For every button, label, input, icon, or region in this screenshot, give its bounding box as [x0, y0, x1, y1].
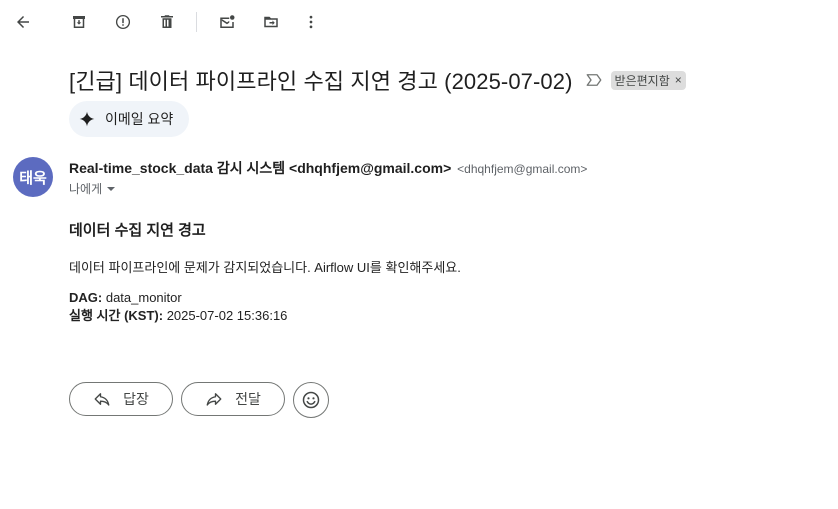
dag-label: DAG: [69, 290, 103, 305]
report-spam-button[interactable] [107, 6, 139, 38]
back-arrow-icon [17, 16, 29, 28]
email-view: [긴급] 데이터 파이프라인 수집 지연 경고 (2025-07-02) 받은편… [0, 0, 838, 509]
sender-avatar[interactable]: 태욱 [13, 157, 53, 197]
delete-icon [161, 15, 173, 28]
move-to-icon [264, 16, 278, 28]
smiley-icon [302, 391, 320, 409]
time-line: 실행 시간 (KST): 2025-07-02 15:36:16 [69, 307, 769, 325]
sender-email: <dhqhfjem@gmail.com> [457, 162, 588, 176]
sender-name[interactable]: Real-time_stock_data 감시 시스템 <dhqhfjem@gm… [69, 160, 451, 176]
inbox-label-chip[interactable]: 받은편지함 × [610, 70, 686, 90]
more-options-button[interactable] [295, 6, 327, 38]
body-message: 데이터 파이프라인에 문제가 감지되었습니다. Airflow UI를 확인해주… [69, 260, 461, 275]
email-body: 데이터 수집 지연 경고 데이터 파이프라인에 문제가 감지되었습니다. Air… [69, 220, 769, 325]
more-options-icon [309, 15, 313, 29]
reply-label: 답장 [123, 391, 149, 407]
toolbar-divider [196, 12, 197, 32]
forward-icon [206, 393, 222, 406]
sender-line: Real-time_stock_data 감시 시스템 <dhqhfjem@gm… [69, 158, 587, 178]
forward-button[interactable]: 전달 [181, 382, 285, 416]
archive-button[interactable] [63, 6, 95, 38]
remove-label-button[interactable]: × [675, 73, 682, 87]
recipients-toggle[interactable]: 나에게 [69, 180, 116, 197]
inbox-label-text: 받은편지함 [614, 73, 670, 88]
sparkle-icon [79, 111, 95, 127]
back-button[interactable] [7, 6, 39, 38]
move-to-button[interactable] [255, 6, 287, 38]
reply-button[interactable]: 답장 [69, 382, 173, 416]
subject-row: [긴급] 데이터 파이프라인 수집 지연 경고 (2025-07-02) 받은편… [69, 62, 818, 98]
report-spam-icon [115, 14, 131, 30]
time-value: 2025-07-02 15:36:16 [166, 308, 288, 323]
body-meta: DAG: data_monitor 실행 시간 (KST): 2025-07-0… [69, 289, 769, 325]
email-subject: [긴급] 데이터 파이프라인 수집 지연 경고 (2025-07-02) [69, 69, 573, 94]
summarize-email-button[interactable]: 이메일 요약 [69, 101, 190, 137]
email-toolbar [0, 0, 838, 44]
forward-label: 전달 [235, 391, 261, 407]
archive-icon [73, 16, 85, 28]
dag-line: DAG: data_monitor [69, 289, 769, 307]
reply-icon [94, 393, 110, 406]
importance-marker-icon[interactable] [585, 71, 603, 89]
time-label: 실행 시간 (KST): [69, 308, 164, 323]
summarize-label: 이메일 요약 [105, 111, 174, 127]
body-heading: 데이터 수집 지연 경고 [69, 222, 206, 239]
delete-button[interactable] [151, 6, 183, 38]
mark-unread-icon [220, 15, 235, 28]
dag-value: data_monitor [105, 290, 182, 305]
recipient-label: 나에게 [69, 182, 103, 196]
chevron-down-icon [107, 186, 116, 191]
mark-unread-button[interactable] [211, 6, 243, 38]
emoji-reaction-button[interactable] [293, 382, 329, 418]
